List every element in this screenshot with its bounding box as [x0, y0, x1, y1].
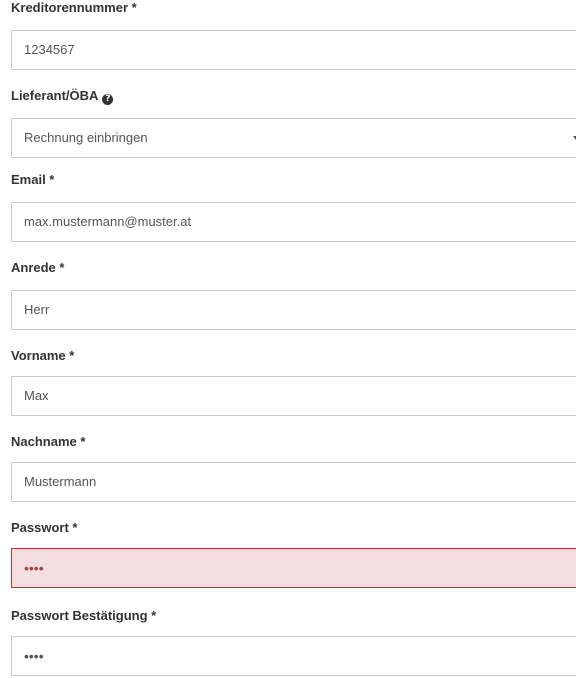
- salutation-input[interactable]: Herr: [11, 290, 576, 330]
- password-confirm-value: ••••: [24, 648, 44, 664]
- first-name-value: Max: [24, 388, 49, 403]
- password-label: Passwort *: [11, 520, 78, 535]
- salutation-group: Anrede * Herr: [11, 260, 576, 330]
- email-input[interactable]: max.mustermann@muster.at: [11, 202, 576, 242]
- creditor-number-input[interactable]: 1234567: [11, 30, 576, 70]
- creditor-number-group: Kreditorennummer * 1234567: [11, 0, 576, 70]
- question-circle-icon[interactable]: ?: [102, 94, 114, 105]
- creditor-number-label: Kreditorennummer *: [11, 0, 137, 15]
- last-name-label: Nachname *: [11, 434, 86, 449]
- supplier-group: Lieferant/ÖBA? Rechnung einbringen: [11, 88, 576, 158]
- password-group: Passwort * ••••: [11, 520, 576, 588]
- supplier-label-row: Lieferant/ÖBA?: [11, 88, 576, 105]
- supplier-label: Lieferant/ÖBA: [11, 88, 99, 103]
- supplier-select[interactable]: Rechnung einbringen: [11, 118, 576, 158]
- creditor-number-value: 1234567: [24, 42, 75, 57]
- email-group: Email * max.mustermann@muster.at: [11, 172, 576, 242]
- last-name-group: Nachname * Mustermann: [11, 434, 576, 502]
- supplier-selected-value: Rechnung einbringen: [24, 130, 148, 145]
- first-name-input[interactable]: Max: [11, 376, 576, 416]
- password-confirm-label: Passwort Bestätigung *: [11, 608, 157, 623]
- last-name-value: Mustermann: [24, 474, 97, 489]
- salutation-label: Anrede *: [11, 260, 65, 275]
- email-label: Email *: [11, 172, 55, 187]
- registration-form: Kreditorennummer * 1234567 Lieferant/ÖBA…: [11, 0, 576, 676]
- password-confirm-input[interactable]: ••••: [11, 636, 576, 676]
- password-value: ••••: [24, 560, 44, 576]
- salutation-value: Herr: [24, 302, 50, 317]
- email-value: max.mustermann@muster.at: [24, 214, 192, 229]
- first-name-label: Vorname *: [11, 348, 75, 363]
- password-confirm-group: Passwort Bestätigung * ••••: [11, 608, 576, 676]
- first-name-group: Vorname * Max: [11, 348, 576, 416]
- password-input[interactable]: ••••: [11, 548, 576, 588]
- last-name-input[interactable]: Mustermann: [11, 462, 576, 502]
